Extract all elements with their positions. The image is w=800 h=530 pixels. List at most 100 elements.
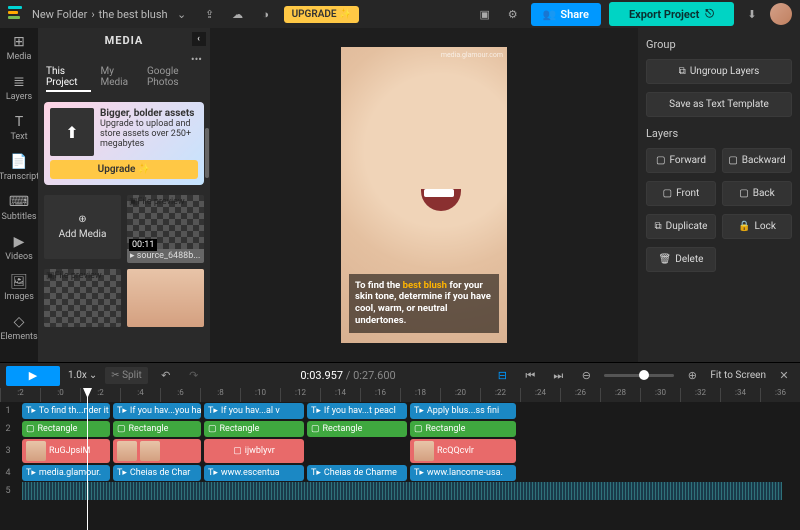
backward-button[interactable]: ▢Backward xyxy=(722,148,792,173)
redo-icon[interactable]: ↷ xyxy=(184,366,204,386)
audio-waveform[interactable] xyxy=(22,482,782,500)
tool-text[interactable]: TText xyxy=(10,114,27,142)
text-clip[interactable]: T▸ www.escentua xyxy=(204,465,304,481)
back-button[interactable]: ▢Back xyxy=(722,181,792,206)
video-clip[interactable]: ▢ ijwblyvr xyxy=(204,439,304,463)
tab-this-project[interactable]: This Project xyxy=(46,66,91,92)
present-icon[interactable]: ▣ xyxy=(475,4,495,24)
text-clip[interactable]: T▸If you hav...al v xyxy=(204,403,304,419)
video-clip[interactable]: RcQQcvlr xyxy=(410,439,516,463)
upload-icon: ⬆ xyxy=(50,108,94,156)
front-button[interactable]: ▢Front xyxy=(646,181,716,206)
undo-icon[interactable]: ↶ xyxy=(156,366,176,386)
video-clip[interactable] xyxy=(113,439,201,463)
text-icon: T▸ xyxy=(208,406,218,416)
time-ruler[interactable]: :2:0:2:4:6:8:10:12:14:16:18:20:22:24:26:… xyxy=(0,388,800,402)
back-icon: ▢ xyxy=(739,188,748,199)
text-icon: T▸ xyxy=(26,406,36,416)
text-clip[interactable]: T▸ Cheias de Charme xyxy=(307,465,407,481)
tab-google-photos[interactable]: Google Photos xyxy=(147,66,202,92)
download-icon[interactable]: ⬇ xyxy=(742,4,762,24)
video-canvas[interactable]: media.glamour.com To find the best blush… xyxy=(341,47,507,343)
ungroup-button[interactable]: ⧉Ungroup Layers xyxy=(646,59,792,84)
duplicate-icon: ⧉ xyxy=(655,221,662,232)
lock-button[interactable]: 🔒Lock xyxy=(722,214,792,239)
speed-selector[interactable]: 1.0x⌄ xyxy=(68,370,97,381)
media-panel: MEDIA ‹ ••• This Project My Media Google… xyxy=(38,28,210,362)
text-clip[interactable]: T▸Apply blus...ss fini xyxy=(410,403,516,419)
plus-icon: ⊕ xyxy=(78,214,86,225)
bulb-icon[interactable]: ◑ xyxy=(256,4,276,24)
media-item[interactable]: ▣File preview 00:11 ▸ source_6488b... xyxy=(127,195,204,263)
avatar[interactable] xyxy=(770,3,792,25)
text-clip[interactable]: T▸To find th...nder it xyxy=(22,403,110,419)
clip-thumbnail xyxy=(414,441,434,461)
delete-button[interactable]: 🗑Delete xyxy=(646,247,716,272)
rect-clip[interactable]: ▢ Rectangle xyxy=(113,421,201,437)
playhead[interactable] xyxy=(87,388,88,530)
collapse-icon[interactable]: ‹ xyxy=(192,32,206,46)
text-icon: T▸ xyxy=(117,406,127,416)
tool-transcript[interactable]: 📄Transcript xyxy=(0,154,39,182)
forward-icon: ▢ xyxy=(656,155,665,166)
breadcrumb: New Folder › the best blush ⌄ xyxy=(32,4,192,24)
text-clip[interactable]: T▸ Cheias de Char xyxy=(113,465,201,481)
tool-media[interactable]: ⊞Media xyxy=(7,34,32,62)
save-template-button[interactable]: Save as Text Template xyxy=(646,92,792,117)
media-item[interactable]: ▣File preview xyxy=(44,269,121,327)
zoom-in-icon[interactable]: ⊕ xyxy=(682,366,702,386)
forward-button[interactable]: ▢Forward xyxy=(646,148,716,173)
split-button[interactable]: ✂ Split xyxy=(105,367,148,384)
share-button[interactable]: 👥Share xyxy=(531,3,601,26)
track-2: 2 ▢ Rectangle ▢ Rectangle ▢ Rectangle ▢ … xyxy=(0,420,800,438)
trash-icon: 🗑 xyxy=(659,254,672,265)
zoom-slider[interactable] xyxy=(604,374,674,377)
cloud-icon[interactable]: ☁ xyxy=(228,4,248,24)
breadcrumb-folder[interactable]: New Folder xyxy=(32,8,87,21)
videos-icon: ▶ xyxy=(14,234,25,250)
text-clip[interactable]: T▸If you hav...you ha xyxy=(113,403,201,419)
tool-elements[interactable]: ◇Elements xyxy=(0,314,37,342)
tab-my-media[interactable]: My Media xyxy=(101,66,137,92)
tool-images[interactable]: 🖼Images xyxy=(4,274,34,302)
duplicate-button[interactable]: ⧉Duplicate xyxy=(646,214,716,239)
topbar: New Folder › the best blush ⌄ ⇪ ☁ ◑ UPGR… xyxy=(0,0,800,28)
skip-end-icon[interactable]: ⏭ xyxy=(548,366,568,386)
zoom-knob[interactable] xyxy=(639,370,649,380)
play-button[interactable]: ▶ xyxy=(6,366,60,386)
track-3: 3 RuGJpsiM ▢ ijwblyvr RcQQcvlr xyxy=(0,438,800,464)
text-clip[interactable]: T▸ media.glamour. xyxy=(22,465,110,481)
promo-upgrade-button[interactable]: Upgrade ✨ xyxy=(50,160,198,179)
breadcrumb-project[interactable]: the best blush xyxy=(99,8,168,21)
rect-clip[interactable]: ▢ Rectangle xyxy=(410,421,516,437)
app-logo[interactable] xyxy=(8,6,24,22)
gear-icon[interactable]: ⚙ xyxy=(503,4,523,24)
scrollbar-thumb[interactable] xyxy=(205,128,209,178)
skip-start-icon[interactable]: ⏮ xyxy=(520,366,540,386)
tool-layers[interactable]: ≣Layers xyxy=(6,74,32,102)
duration-badge: 00:11 xyxy=(129,239,157,251)
share-link-icon[interactable]: ⇪ xyxy=(200,4,220,24)
fit-to-screen-button[interactable]: Fit to Screen xyxy=(710,370,766,381)
export-button[interactable]: Export Project⎋ xyxy=(609,2,734,26)
rect-clip[interactable]: ▢ Rectangle xyxy=(22,421,110,437)
text-clip[interactable]: T▸ www.lancome-usa. xyxy=(410,465,516,481)
snap-icon[interactable]: ⊟ xyxy=(492,366,512,386)
add-media-button[interactable]: ⊕Add Media xyxy=(44,195,121,259)
tool-subtitles[interactable]: ⌨Subtitles xyxy=(1,194,36,222)
video-clip[interactable]: RuGJpsiM xyxy=(22,439,110,463)
zoom-out-icon[interactable]: ⊖ xyxy=(576,366,596,386)
tool-videos[interactable]: ▶Videos xyxy=(5,234,33,262)
media-item[interactable] xyxy=(127,269,204,327)
chevron-down-icon: ⌄ xyxy=(89,370,97,381)
timeline[interactable]: :2:0:2:4:6:8:10:12:14:16:18:20:22:24:26:… xyxy=(0,388,800,530)
more-icon[interactable]: ••• xyxy=(38,53,210,66)
upgrade-button[interactable]: UPGRADE ✨ xyxy=(284,6,360,23)
text-clip[interactable]: T▸If you hav...t peacl xyxy=(307,403,407,419)
close-icon[interactable]: ✕ xyxy=(774,366,794,386)
chevron-down-icon[interactable]: ⌄ xyxy=(172,4,192,24)
rect-clip[interactable]: ▢ Rectangle xyxy=(307,421,407,437)
rect-clip[interactable]: ▢ Rectangle xyxy=(204,421,304,437)
front-icon: ▢ xyxy=(663,188,672,199)
caption-overlay[interactable]: To find the best blush for your skin ton… xyxy=(349,274,499,334)
